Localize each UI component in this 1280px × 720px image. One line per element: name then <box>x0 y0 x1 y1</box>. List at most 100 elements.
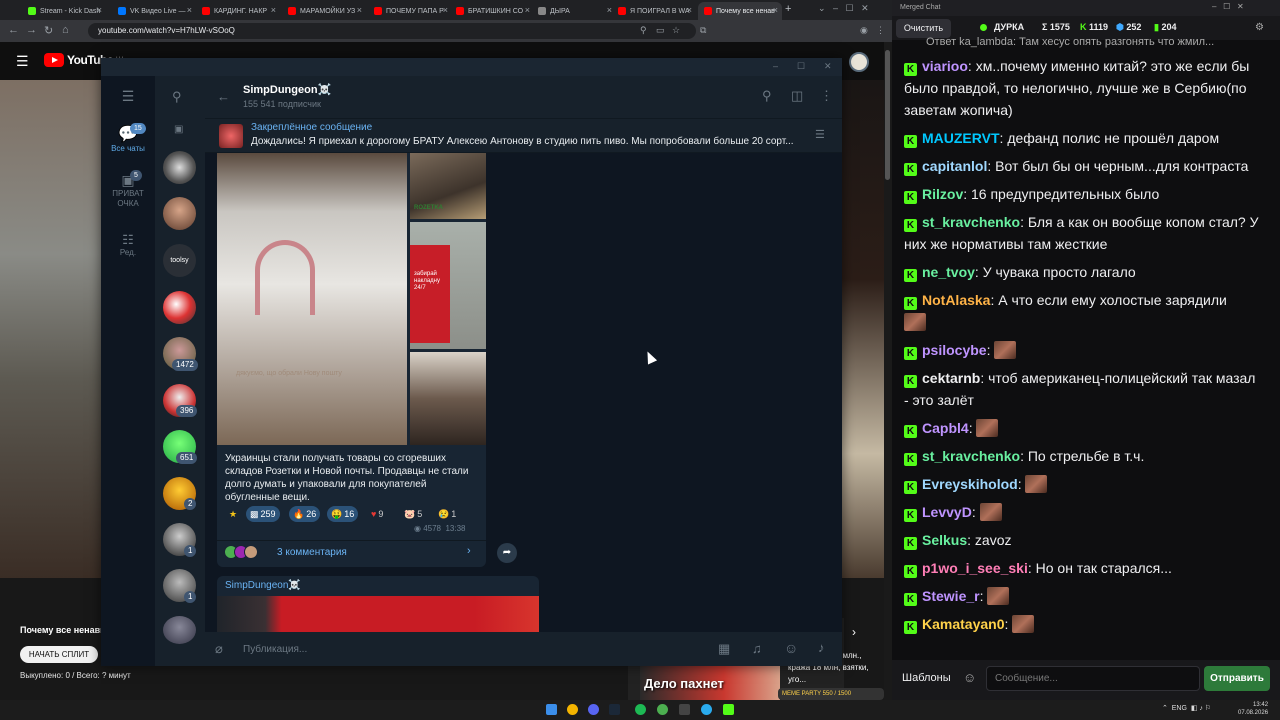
new-tab-button[interactable]: + <box>785 3 791 15</box>
chat-username[interactable]: LevvyD <box>922 504 972 520</box>
chat-username[interactable]: st_kravchenko <box>922 214 1020 230</box>
chat-username[interactable]: Stewie_r <box>922 588 980 604</box>
browser-tab[interactable]: Stream - Kick Dash × <box>22 2 106 20</box>
language-indicator[interactable]: ENG <box>1172 705 1187 712</box>
window-controls[interactable]: – ☐ ✕ <box>1212 2 1244 11</box>
reaction-chip[interactable]: ♥ 9 <box>367 506 387 522</box>
chat-avatar[interactable] <box>163 151 196 184</box>
post-photo[interactable] <box>217 596 539 632</box>
chat-username[interactable]: st_kravchenko <box>922 448 1020 464</box>
post-author[interactable]: SimpDungeon☠️ <box>225 580 301 591</box>
chat-avatar[interactable] <box>163 197 196 230</box>
url-input[interactable]: youtube.com/watch?v=H7hLW-vSOoQ <box>88 23 696 39</box>
tab-close-icon[interactable]: × <box>525 5 530 15</box>
clock[interactable]: 13:42 07.08.2026 <box>1238 701 1268 717</box>
discord-icon[interactable] <box>588 704 599 715</box>
windows-start-icon[interactable] <box>546 704 557 715</box>
emoji-icon[interactable]: ☺ <box>784 640 798 656</box>
account-avatar[interactable] <box>849 52 869 72</box>
chat-username[interactable]: Capbl4 <box>922 420 969 436</box>
app-icon[interactable] <box>723 704 734 715</box>
menu-dots-icon[interactable]: ⋮ <box>876 25 885 36</box>
forward-icon[interactable]: → <box>26 24 37 36</box>
tab-close-icon[interactable]: × <box>271 5 276 15</box>
emoji-icon[interactable]: ☺ <box>963 670 976 685</box>
steam-icon[interactable] <box>609 704 620 715</box>
app-icon[interactable] <box>679 704 690 715</box>
bookmark-star-icon[interactable]: ☆ <box>672 25 680 36</box>
tab-close-icon[interactable]: × <box>97 5 102 15</box>
reload-icon[interactable]: ↻ <box>44 24 53 37</box>
chat-username[interactable]: Evreyskiholod <box>922 476 1018 492</box>
hamburger-menu-icon[interactable]: ☰ <box>16 53 29 70</box>
channel-name[interactable]: SimpDungeon☠️ <box>243 83 331 96</box>
browser-tab[interactable]: Я ПОИГРАЛ В WA × <box>612 2 696 20</box>
tab-close-icon[interactable]: × <box>187 5 192 15</box>
profile-icon[interactable]: ◉ <box>860 25 868 36</box>
chat-avatar[interactable]: toolsy <box>163 244 196 277</box>
reaction-chip[interactable]: ▩ 259 <box>246 506 280 522</box>
folder-all-chats[interactable]: 💬 Все чаты <box>101 124 155 153</box>
reaction-chip[interactable]: 🐷 5 <box>400 506 426 522</box>
chat-username[interactable]: p1wo_i_see_ski <box>922 560 1028 576</box>
reaction-chip[interactable]: 🤑 16 <box>327 506 359 522</box>
browser-tab[interactable]: Почему все ненав × <box>698 2 782 20</box>
chat-username[interactable]: MAUZERVT <box>922 130 1000 146</box>
chat-username[interactable]: ne_tvoy <box>922 264 975 280</box>
hamburger-menu-icon[interactable]: ☰ <box>101 88 155 105</box>
chat-username[interactable]: NotAlaska <box>922 292 990 308</box>
chat-message-input[interactable]: Сообщение... <box>986 666 1200 691</box>
chrome-icon[interactable] <box>567 704 578 715</box>
calendar-icon[interactable]: ▦ <box>718 641 730 657</box>
telegram-icon[interactable] <box>701 704 712 715</box>
chat-username[interactable]: cektarnb <box>922 370 980 386</box>
templates-button[interactable]: Шаблоны <box>902 672 951 684</box>
post-photo[interactable] <box>410 352 486 445</box>
tab-close-icon[interactable]: × <box>687 5 692 15</box>
chat-username[interactable]: capitanlol <box>922 158 987 174</box>
pinned-list-icon[interactable]: ☰ <box>815 128 825 141</box>
chat-username[interactable]: Rilzov <box>922 186 963 202</box>
back-arrow-icon[interactable]: ← <box>217 89 230 104</box>
back-icon[interactable]: ← <box>8 24 19 36</box>
chat-username[interactable]: Kamatayan0 <box>922 616 1005 632</box>
window-controls[interactable]: ⌄ – ☐ ✕ <box>818 3 869 14</box>
system-tray[interactable]: ⌃ ENG ◧ ♪ ⚐ <box>1162 704 1211 712</box>
home-icon[interactable]: ⌂ <box>62 24 69 36</box>
chevron-right-icon[interactable]: › <box>852 625 856 639</box>
folder-edit[interactable]: ☷ Ред. <box>101 232 155 257</box>
chat-avatar[interactable] <box>163 291 196 324</box>
more-vertical-icon[interactable]: ⋮ <box>820 88 833 104</box>
compose-input[interactable]: Публикация... <box>243 644 307 655</box>
browser-tab[interactable]: БРАТИШКИН СО × <box>450 2 534 20</box>
browser-tab[interactable]: МАРАМОЙКИ УЗ × <box>282 2 366 20</box>
close-icon[interactable]: ✕ <box>824 61 832 72</box>
search-icon[interactable]: ⚲ <box>172 89 182 105</box>
chat-username[interactable]: viarioo <box>922 58 968 74</box>
tab-close-icon[interactable]: × <box>443 5 448 15</box>
reaction-chip[interactable]: 😢 1 <box>434 506 460 522</box>
archive-icon[interactable]: ▣ <box>174 124 183 135</box>
search-icon[interactable]: ⚲ <box>762 88 772 104</box>
cast-icon[interactable]: ▭ <box>656 25 665 36</box>
browser-tab[interactable]: VK Видео Live — × <box>112 2 196 20</box>
app-icon[interactable] <box>657 704 668 715</box>
chat-avatar[interactable] <box>163 616 196 644</box>
send-button[interactable]: Отправить <box>1204 666 1270 691</box>
share-icon[interactable]: ➦ <box>497 543 517 563</box>
reaction-chip[interactable]: ★ <box>225 506 243 522</box>
sidebar-toggle-icon[interactable]: ◫ <box>791 88 803 104</box>
chevron-right-icon[interactable]: › <box>467 545 471 557</box>
zoom-icon[interactable]: ⚲ <box>640 25 647 36</box>
browser-tab[interactable]: ДЫРА × <box>532 2 616 20</box>
spotify-icon[interactable] <box>635 704 646 715</box>
scrollbar-thumb[interactable] <box>885 50 890 180</box>
browser-tab[interactable]: ПОЧЕМУ ПАПА Р × <box>368 2 452 20</box>
tab-close-icon[interactable]: × <box>773 5 778 15</box>
chat-username[interactable]: psilocybe <box>922 342 987 358</box>
start-split-button[interactable]: НАЧАТЬ СПЛИТ <box>20 646 98 663</box>
comments-label[interactable]: 3 комментария <box>277 547 347 558</box>
settings-gear-icon[interactable]: ⚙ <box>1255 22 1264 33</box>
chat-username[interactable]: Selkus <box>922 532 967 548</box>
minimize-icon[interactable]: – <box>773 61 778 71</box>
